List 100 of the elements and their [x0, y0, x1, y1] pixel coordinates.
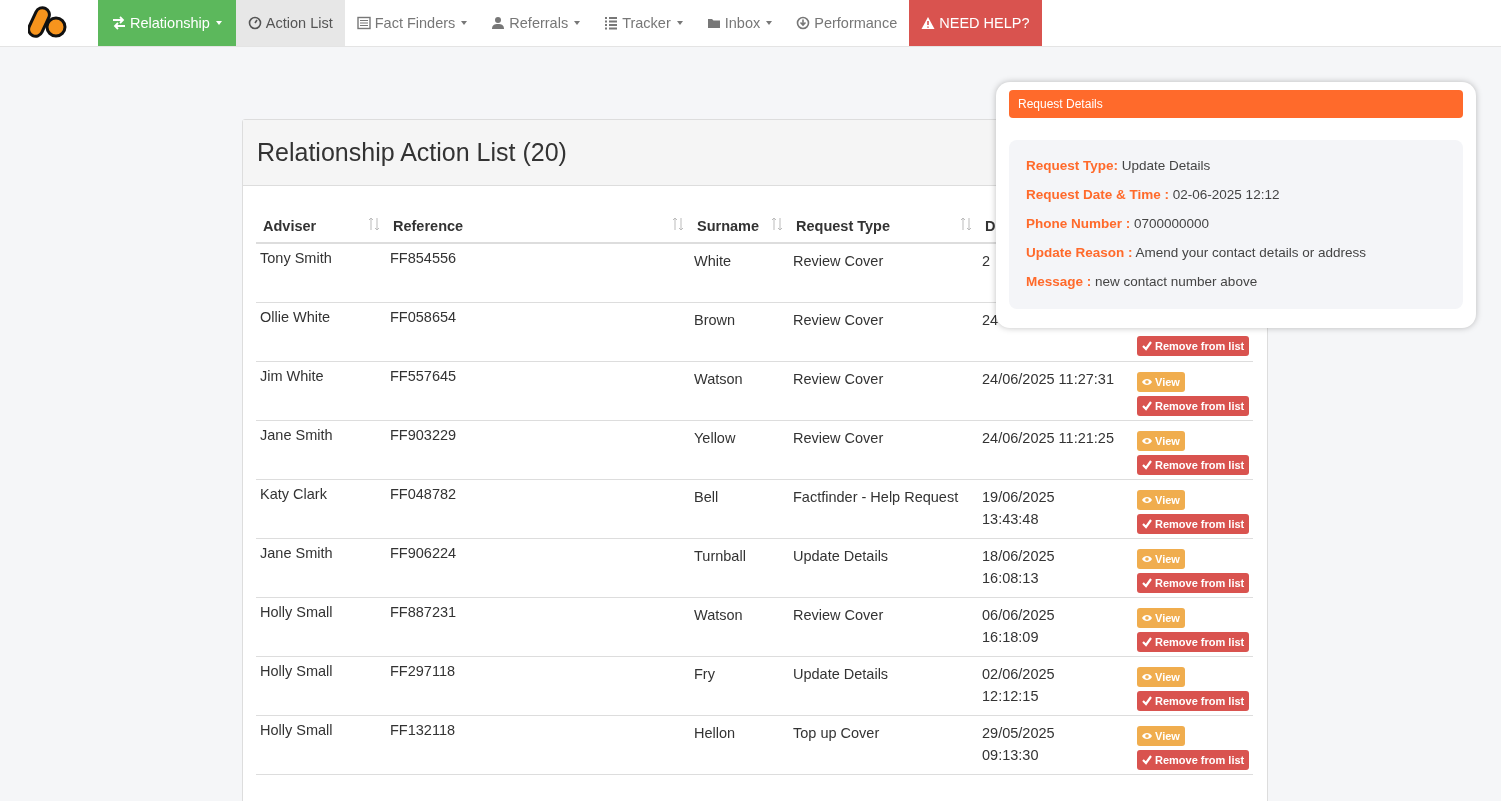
table-cell: Tony Smith	[260, 250, 332, 266]
list-icon	[356, 16, 371, 30]
eye-icon	[1142, 612, 1152, 623]
column-header[interactable]: D	[985, 218, 996, 234]
table-cell-text: 2	[982, 252, 991, 271]
sort-icon[interactable]	[368, 217, 380, 231]
eye-icon	[1142, 435, 1152, 446]
remove-button[interactable]: Remove from list	[1137, 395, 1250, 416]
remove-button[interactable]: Remove from list	[1137, 513, 1250, 534]
table-cell: FF058654	[390, 308, 457, 325]
table-cell: Holly Small	[260, 603, 333, 620]
table-cell: Jim White	[260, 367, 324, 384]
nav-item[interactable]: Inbox	[694, 0, 785, 46]
remove-button[interactable]: Remove from list	[1137, 749, 1250, 770]
popup-title: Request Details	[1018, 97, 1103, 111]
panel-title: Relationship Action List (20)	[257, 138, 567, 167]
eye-icon	[1142, 494, 1152, 505]
folder-icon	[706, 16, 721, 30]
table-cell: Jane Smith	[260, 426, 333, 443]
remove-button[interactable]: Remove from list	[1137, 572, 1250, 593]
detail-field: Phone Number : 0700000000	[1026, 216, 1446, 231]
table-cell: Yellow	[694, 429, 736, 446]
check-icon	[1142, 518, 1152, 529]
check-icon	[1142, 636, 1152, 647]
check-icon	[1142, 459, 1152, 470]
check-icon	[1142, 754, 1152, 765]
table-cell: Review Cover	[793, 253, 884, 269]
table-cell: Watson	[694, 370, 743, 387]
table-cell: Review Cover	[793, 370, 884, 387]
table-cell: Hellon	[694, 724, 736, 741]
table-cell-text: 24/06/2025 11:21:25	[982, 428, 1114, 448]
table-cell: FF048782	[390, 485, 457, 502]
table-cell: Review Cover	[793, 429, 884, 446]
table-cell: Holly Small	[260, 721, 333, 738]
detail-field: Request Type: Update Details	[1026, 158, 1446, 173]
nav-item[interactable]: Action List	[235, 0, 345, 46]
table-cell-text: 24	[982, 310, 999, 330]
eye-icon	[1142, 730, 1152, 741]
table-cell: FF132118	[390, 721, 456, 738]
eye-icon	[1142, 376, 1152, 387]
table-cell: FF297118	[390, 662, 456, 679]
remove-button[interactable]: Remove from list	[1137, 335, 1250, 356]
detail-field: Request Date & Time : 02-06-2025 12:12	[1026, 187, 1446, 202]
nav-item[interactable]: NEED HELP?	[909, 0, 1042, 46]
table-cell: White	[694, 253, 732, 269]
table-cell-text: 02/06/2025 12:12:15	[982, 664, 1055, 706]
remove-button[interactable]: Remove from list	[1137, 454, 1250, 475]
table-cell: Katy Clark	[260, 485, 327, 502]
remove-button[interactable]: Remove from list	[1137, 631, 1250, 652]
nav-item[interactable]: Relationship	[98, 0, 236, 46]
table-cell: Jane Smith	[260, 544, 333, 561]
user-icon	[491, 16, 506, 30]
table-cell: Bell	[694, 488, 719, 505]
nav-item[interactable]: Performance	[784, 0, 910, 46]
table-cell-text: 24/06/2025 11:27:31	[982, 369, 1114, 389]
check-icon	[1142, 577, 1152, 588]
table-cell: Top up Cover	[793, 724, 880, 741]
warning-icon	[921, 16, 936, 30]
list-icon	[604, 16, 619, 30]
table-cell: Turnball	[694, 547, 746, 564]
transfer-icon	[112, 16, 126, 30]
nav-item[interactable]: Tracker	[592, 0, 695, 46]
eye-icon	[1142, 671, 1152, 682]
sort-icon[interactable]	[771, 217, 783, 231]
nav-item[interactable]: Referrals	[479, 0, 593, 46]
dashboard-icon	[247, 16, 262, 30]
download-icon	[796, 16, 811, 30]
table-cell: FF854556	[390, 250, 457, 266]
table-cell: Review Cover	[793, 606, 884, 623]
remove-button[interactable]: Remove from list	[1137, 690, 1250, 711]
table-cell: Brown	[694, 311, 736, 328]
table-cell: FF887231	[390, 603, 457, 620]
table-cell: FF906224	[390, 544, 457, 561]
nav-item[interactable]: Fact Finders	[344, 0, 480, 46]
check-icon	[1142, 400, 1152, 411]
table-cell: FF903229	[390, 426, 457, 443]
table-cell-text: 18/06/2025 16:08:13	[982, 546, 1055, 588]
table-cell: Ollie White	[260, 308, 331, 325]
column-header[interactable]: Adviser	[263, 218, 317, 234]
table-cell: Fry	[694, 665, 715, 682]
table-cell-text: 29/05/2025 09:13:30	[982, 723, 1055, 765]
column-header[interactable]: Surname	[697, 218, 760, 234]
detail-field: Message : new contact number above	[1026, 274, 1446, 289]
table-cell: FF557645	[390, 367, 457, 384]
detail-field: Update Reason : Amend your contact details or address	[1026, 245, 1446, 260]
eye-icon	[1142, 553, 1152, 564]
table-cell: Factfinder - Help Request	[793, 488, 959, 505]
table-cell-text: 06/06/2025 16:18:09	[982, 605, 1055, 647]
table-cell-text: 19/06/2025 13:43:48	[982, 487, 1055, 529]
column-header[interactable]: Reference	[393, 218, 464, 234]
check-icon	[1142, 340, 1152, 351]
table-cell: Update Details	[793, 665, 889, 682]
table-cell: Watson	[694, 606, 743, 623]
column-header[interactable]: Request Type	[796, 218, 890, 234]
sort-icon[interactable]	[960, 217, 972, 231]
sort-icon[interactable]	[672, 217, 684, 231]
table-cell: Holly Small	[260, 662, 333, 679]
table-cell: Update Details	[793, 547, 889, 564]
check-icon	[1142, 695, 1152, 706]
table-cell: Review Cover	[793, 311, 884, 328]
